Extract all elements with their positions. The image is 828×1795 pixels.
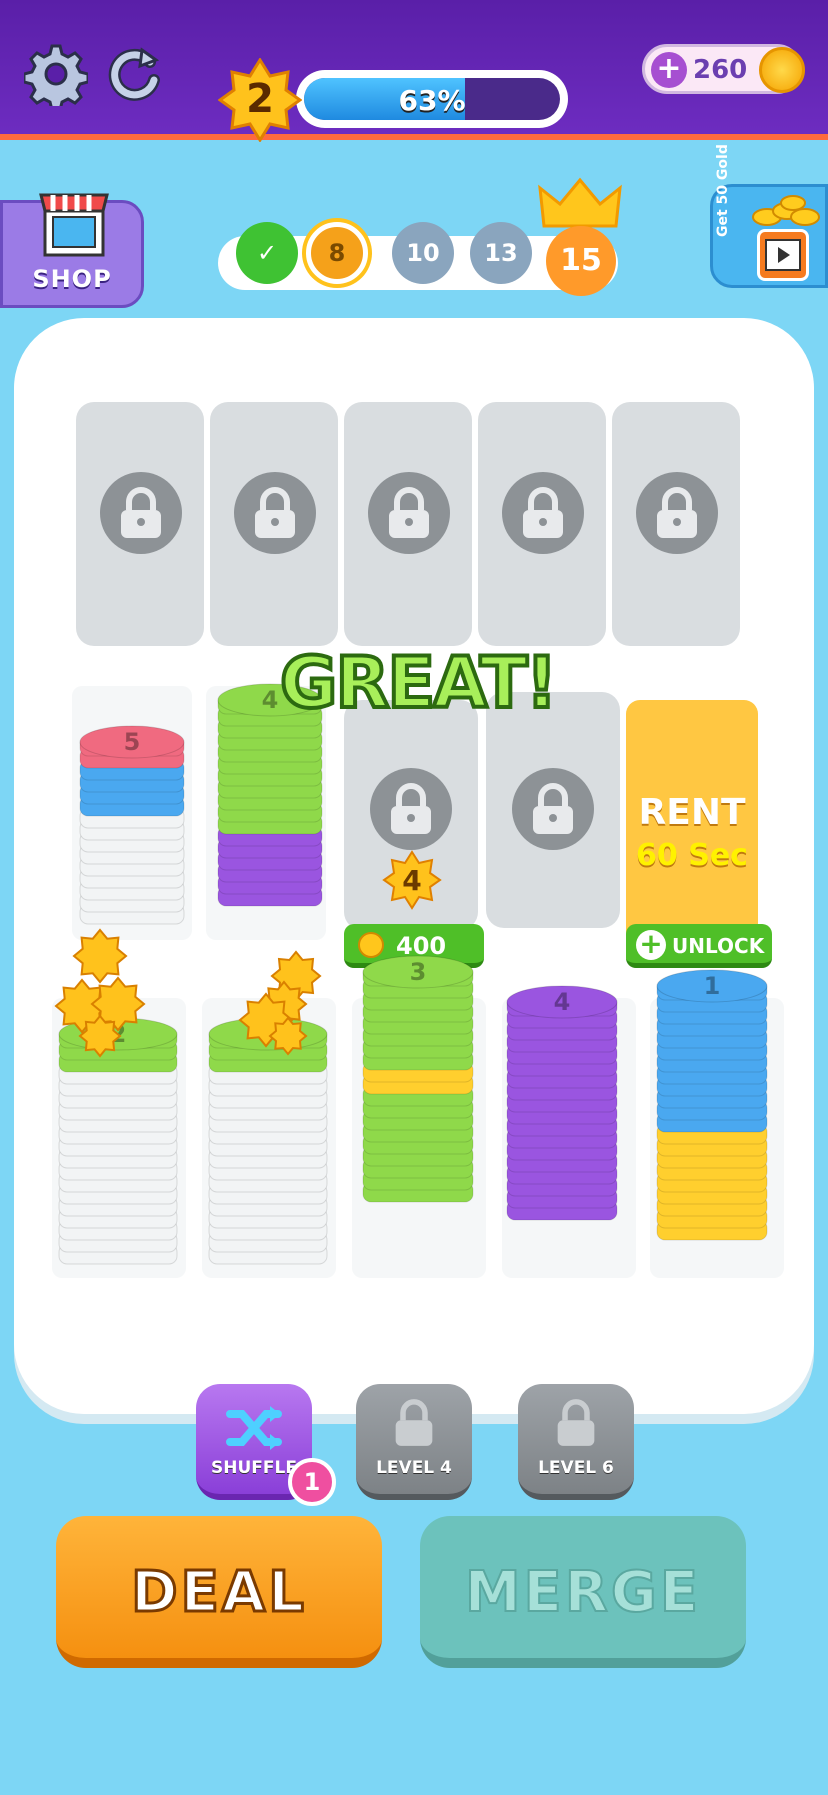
star-level-number: 4 (402, 864, 422, 897)
merge-button[interactable]: MERGE (420, 1516, 746, 1668)
lock-icon (368, 472, 450, 554)
stage-marker: 15 (546, 226, 616, 296)
locked-slot[interactable] (486, 692, 620, 928)
progress-label: 63% (398, 84, 466, 117)
locked-powerup-level-4[interactable]: LEVEL 4 (356, 1384, 472, 1500)
stack-column[interactable] (650, 998, 784, 1278)
locked-powerup-level-6[interactable]: LEVEL 6 (518, 1384, 634, 1500)
shuffle-icon (226, 1406, 282, 1450)
stage-marker: 13 (470, 222, 532, 284)
get-gold-ad-button[interactable]: Get 50 Gold (710, 144, 828, 288)
lock-icon (512, 768, 594, 850)
stage-marker: 8 (306, 222, 368, 284)
locked-slot[interactable] (76, 402, 204, 646)
rent-duration: 60 Sec (636, 838, 748, 873)
locked-slot[interactable] (478, 402, 606, 646)
refresh-icon[interactable] (104, 42, 168, 106)
coin-counter[interactable]: + 260 (642, 44, 805, 94)
plus-icon: + (636, 930, 666, 960)
locked-slot[interactable] (612, 402, 740, 646)
stack-column[interactable] (52, 998, 186, 1278)
shuffle-count-badge: 1 (288, 1458, 336, 1506)
unlock-label: UNLOCK (672, 934, 765, 958)
level-progress-bar: 63% (296, 70, 568, 128)
stage-marker: 10 (392, 222, 454, 284)
lock-icon (100, 472, 182, 554)
stack-column[interactable] (502, 998, 636, 1278)
unlock-button[interactable]: + UNLOCK (626, 924, 772, 968)
deal-label: DEAL (130, 1559, 307, 1627)
powerup-label: LEVEL 4 (376, 1458, 452, 1478)
add-coins-icon[interactable]: + (651, 52, 687, 88)
stack-column[interactable] (202, 998, 336, 1278)
lock-icon (370, 768, 452, 850)
video-icon (757, 229, 809, 281)
get-gold-label: Get 50 Gold (715, 144, 731, 237)
gold-coins-icon (752, 195, 820, 226)
locked-slot[interactable] (210, 402, 338, 646)
deal-button[interactable]: DEAL (56, 1516, 382, 1668)
shop-button[interactable]: SHOP (0, 193, 144, 308)
great-banner: GREAT! (278, 640, 560, 726)
lock-icon (636, 472, 718, 554)
lock-icon (502, 472, 584, 554)
lock-icon (557, 1399, 595, 1446)
stack-column[interactable] (72, 686, 192, 940)
stage-marker: ✓ (236, 222, 298, 284)
level-number: 2 (246, 76, 274, 122)
rent-title: RENT (638, 792, 746, 833)
coin-icon (759, 47, 805, 93)
coin-amount: 260 (693, 55, 748, 85)
store-icon (39, 193, 109, 257)
lock-icon (234, 472, 316, 554)
stack-column[interactable] (352, 998, 486, 1278)
merge-label: MERGE (464, 1559, 702, 1626)
powerup-label: LEVEL 6 (538, 1458, 614, 1478)
gear-icon[interactable] (24, 42, 88, 106)
shop-label: SHOP (32, 265, 112, 293)
coin-icon (358, 932, 384, 958)
buy-slot-cost: 400 (396, 932, 447, 960)
locked-slot[interactable] (344, 402, 472, 646)
stack-column[interactable] (206, 686, 326, 940)
lock-icon (395, 1399, 433, 1446)
buy-slot-button[interactable]: 400 (344, 924, 484, 968)
